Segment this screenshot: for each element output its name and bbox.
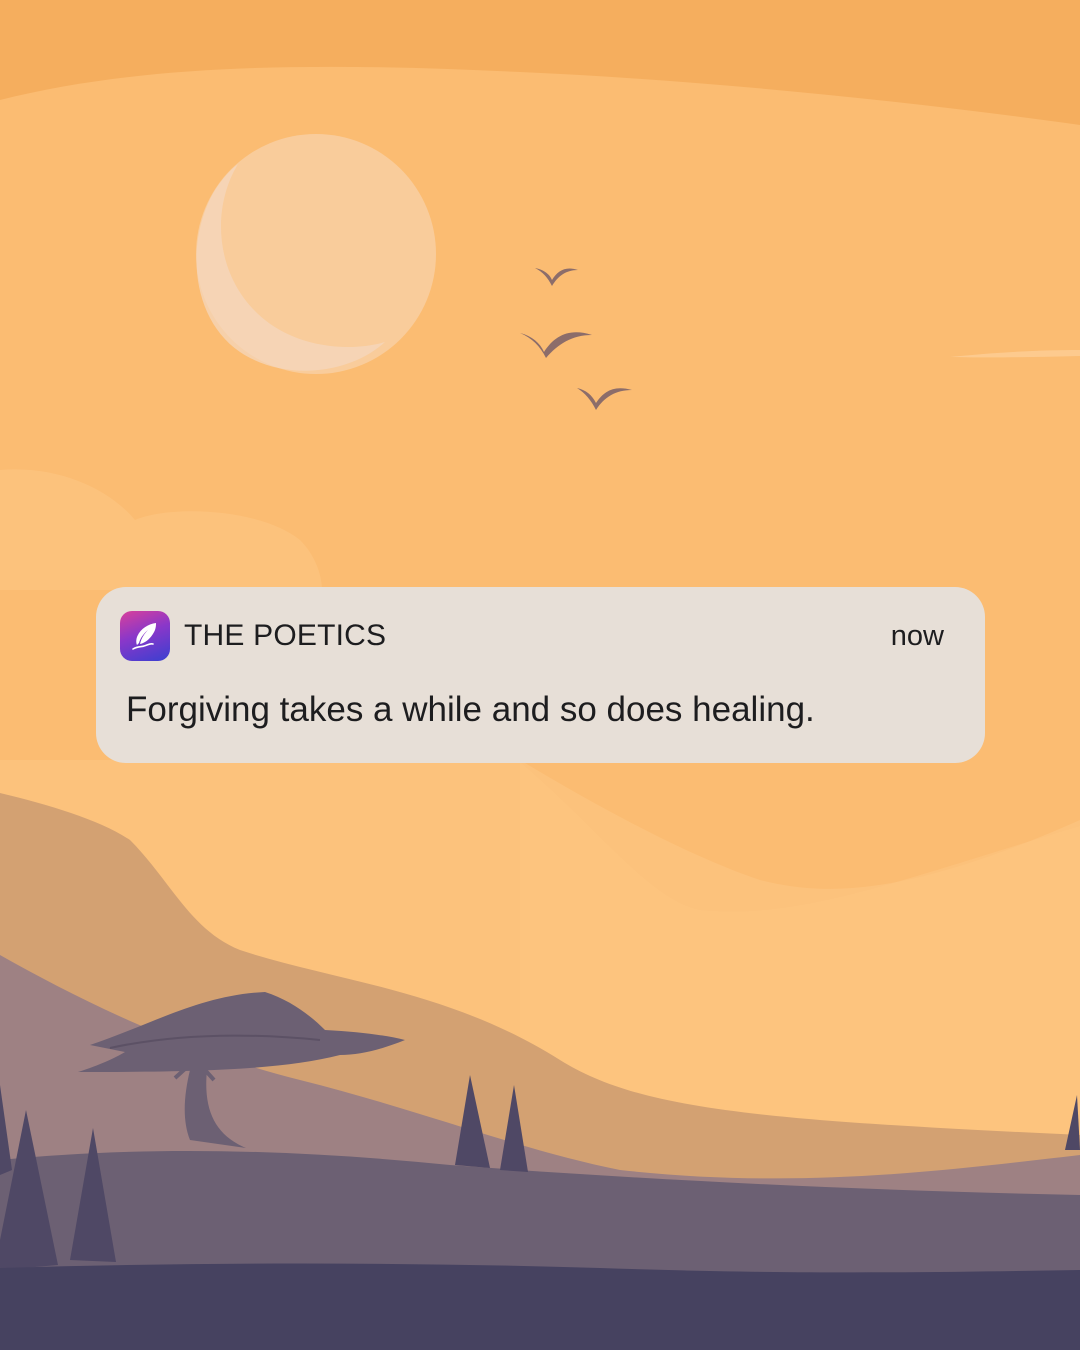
notification-timestamp: now: [890, 619, 944, 652]
quill-feather-icon: [120, 611, 170, 661]
notification-app-name: THE POETICS: [184, 619, 387, 652]
push-notification[interactable]: THE POETICS now Forgiving takes a while …: [96, 587, 985, 763]
ground: [0, 1263, 1080, 1350]
moon-icon: [196, 134, 436, 374]
notification-message: Forgiving takes a while and so does heal…: [126, 690, 815, 729]
notification-header: THE POETICS now: [120, 611, 944, 661]
wallpaper-scene: THE POETICS now Forgiving takes a while …: [0, 0, 1080, 1350]
